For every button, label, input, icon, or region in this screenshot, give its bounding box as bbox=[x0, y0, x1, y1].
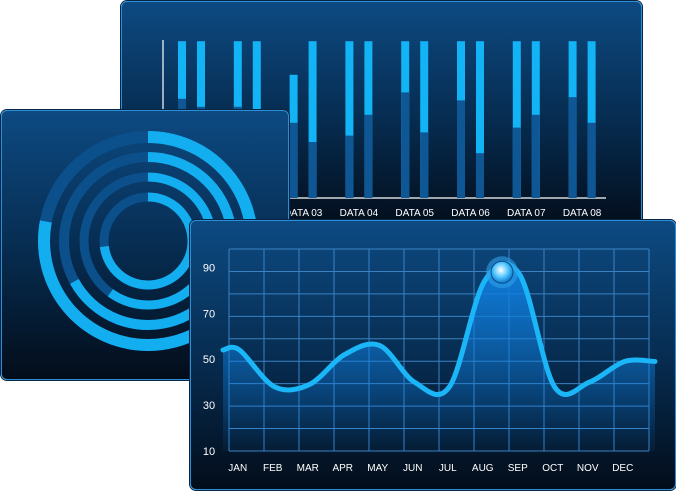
bar-lower bbox=[512, 127, 521, 198]
x-tick-label: JUN bbox=[403, 463, 422, 474]
bar-lower bbox=[364, 114, 373, 198]
x-tick-label: DATA 03 bbox=[284, 208, 323, 219]
x-tick-label: DEC bbox=[612, 463, 633, 474]
bar-lower bbox=[568, 97, 577, 198]
y-tick-label: 70 bbox=[203, 308, 215, 320]
x-tick-label: DATA 04 bbox=[340, 208, 379, 219]
bar-lower bbox=[345, 135, 354, 198]
y-tick-label: 10 bbox=[203, 446, 215, 458]
bar-lower bbox=[476, 153, 484, 198]
x-tick-label: MAY bbox=[367, 463, 388, 474]
y-tick-label: 50 bbox=[203, 354, 215, 366]
x-tick-label: NOV bbox=[577, 463, 599, 474]
x-tick-label: DATA 07 bbox=[507, 208, 546, 219]
bar-lower bbox=[420, 132, 429, 198]
x-tick-label: OCT bbox=[542, 463, 563, 474]
x-tick-label: DATA 08 bbox=[563, 208, 602, 219]
bar-lower bbox=[457, 100, 465, 198]
x-tick-label: FEB bbox=[263, 463, 283, 474]
x-tick-label: DATA 05 bbox=[395, 208, 434, 219]
y-tick-label: 90 bbox=[203, 262, 215, 274]
x-tick-label: AUG bbox=[472, 463, 494, 474]
bar-lower bbox=[308, 142, 317, 198]
bar-lower bbox=[531, 114, 540, 198]
x-tick-label: MAR bbox=[297, 463, 319, 474]
x-tick-label: JAN bbox=[228, 463, 247, 474]
x-tick-label: SEP bbox=[508, 463, 528, 474]
x-tick-label: JUL bbox=[439, 463, 457, 474]
line-chart: 10 30 50 70 90 JAN FEB MAR APR MAY JUN JUL AUG SEP OCT… bbox=[203, 248, 658, 474]
x-tick-label: APR bbox=[332, 463, 353, 474]
highlight-marker bbox=[490, 260, 514, 284]
x-tick-label: DATA 06 bbox=[451, 208, 490, 219]
y-tick-label: 30 bbox=[203, 400, 215, 412]
bar-lower bbox=[401, 92, 410, 198]
bar-lower bbox=[587, 122, 596, 198]
bar-lower bbox=[289, 122, 298, 198]
line-chart-panel: 10 30 50 70 90 JAN FEB MAR APR MAY JUN JUL AUG SEP OCT… bbox=[190, 220, 676, 490]
